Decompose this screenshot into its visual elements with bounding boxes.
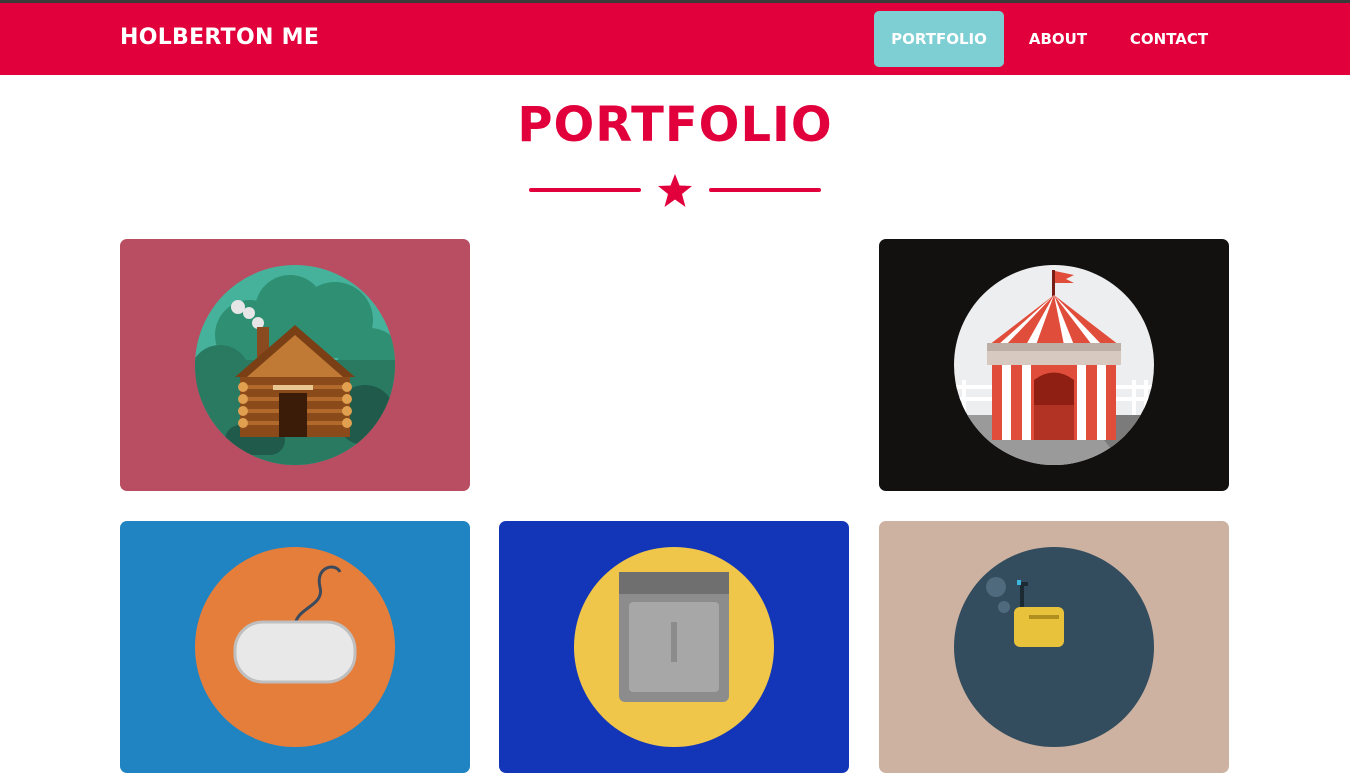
circus-tent-icon [954, 265, 1154, 465]
portfolio-item-safe[interactable] [499, 521, 849, 773]
cabin-icon [195, 265, 395, 465]
brand-link[interactable]: HOLBERTON ME [120, 25, 319, 50]
portfolio-item-game-controller[interactable] [120, 521, 470, 773]
nav-link-about[interactable]: ABOUT [1018, 11, 1098, 67]
safe-icon [574, 547, 774, 747]
navbar: HOLBERTON ME PORTFOLIO ABOUT CONTACT [0, 3, 1350, 75]
divider-line-left [529, 188, 641, 192]
portfolio-item-cabin[interactable] [120, 239, 470, 491]
nav-link-portfolio[interactable]: PORTFOLIO [874, 11, 1004, 67]
star-icon [658, 174, 692, 207]
nav-link-contact[interactable]: CONTACT [1118, 11, 1220, 67]
game-controller-icon [195, 547, 395, 747]
portfolio-item-submarine[interactable] [879, 521, 1229, 773]
submarine-icon [954, 547, 1154, 747]
page-title: PORTFOLIO [517, 97, 833, 153]
portfolio-item-circus-tent[interactable] [879, 239, 1229, 491]
divider-line-right [709, 188, 821, 192]
